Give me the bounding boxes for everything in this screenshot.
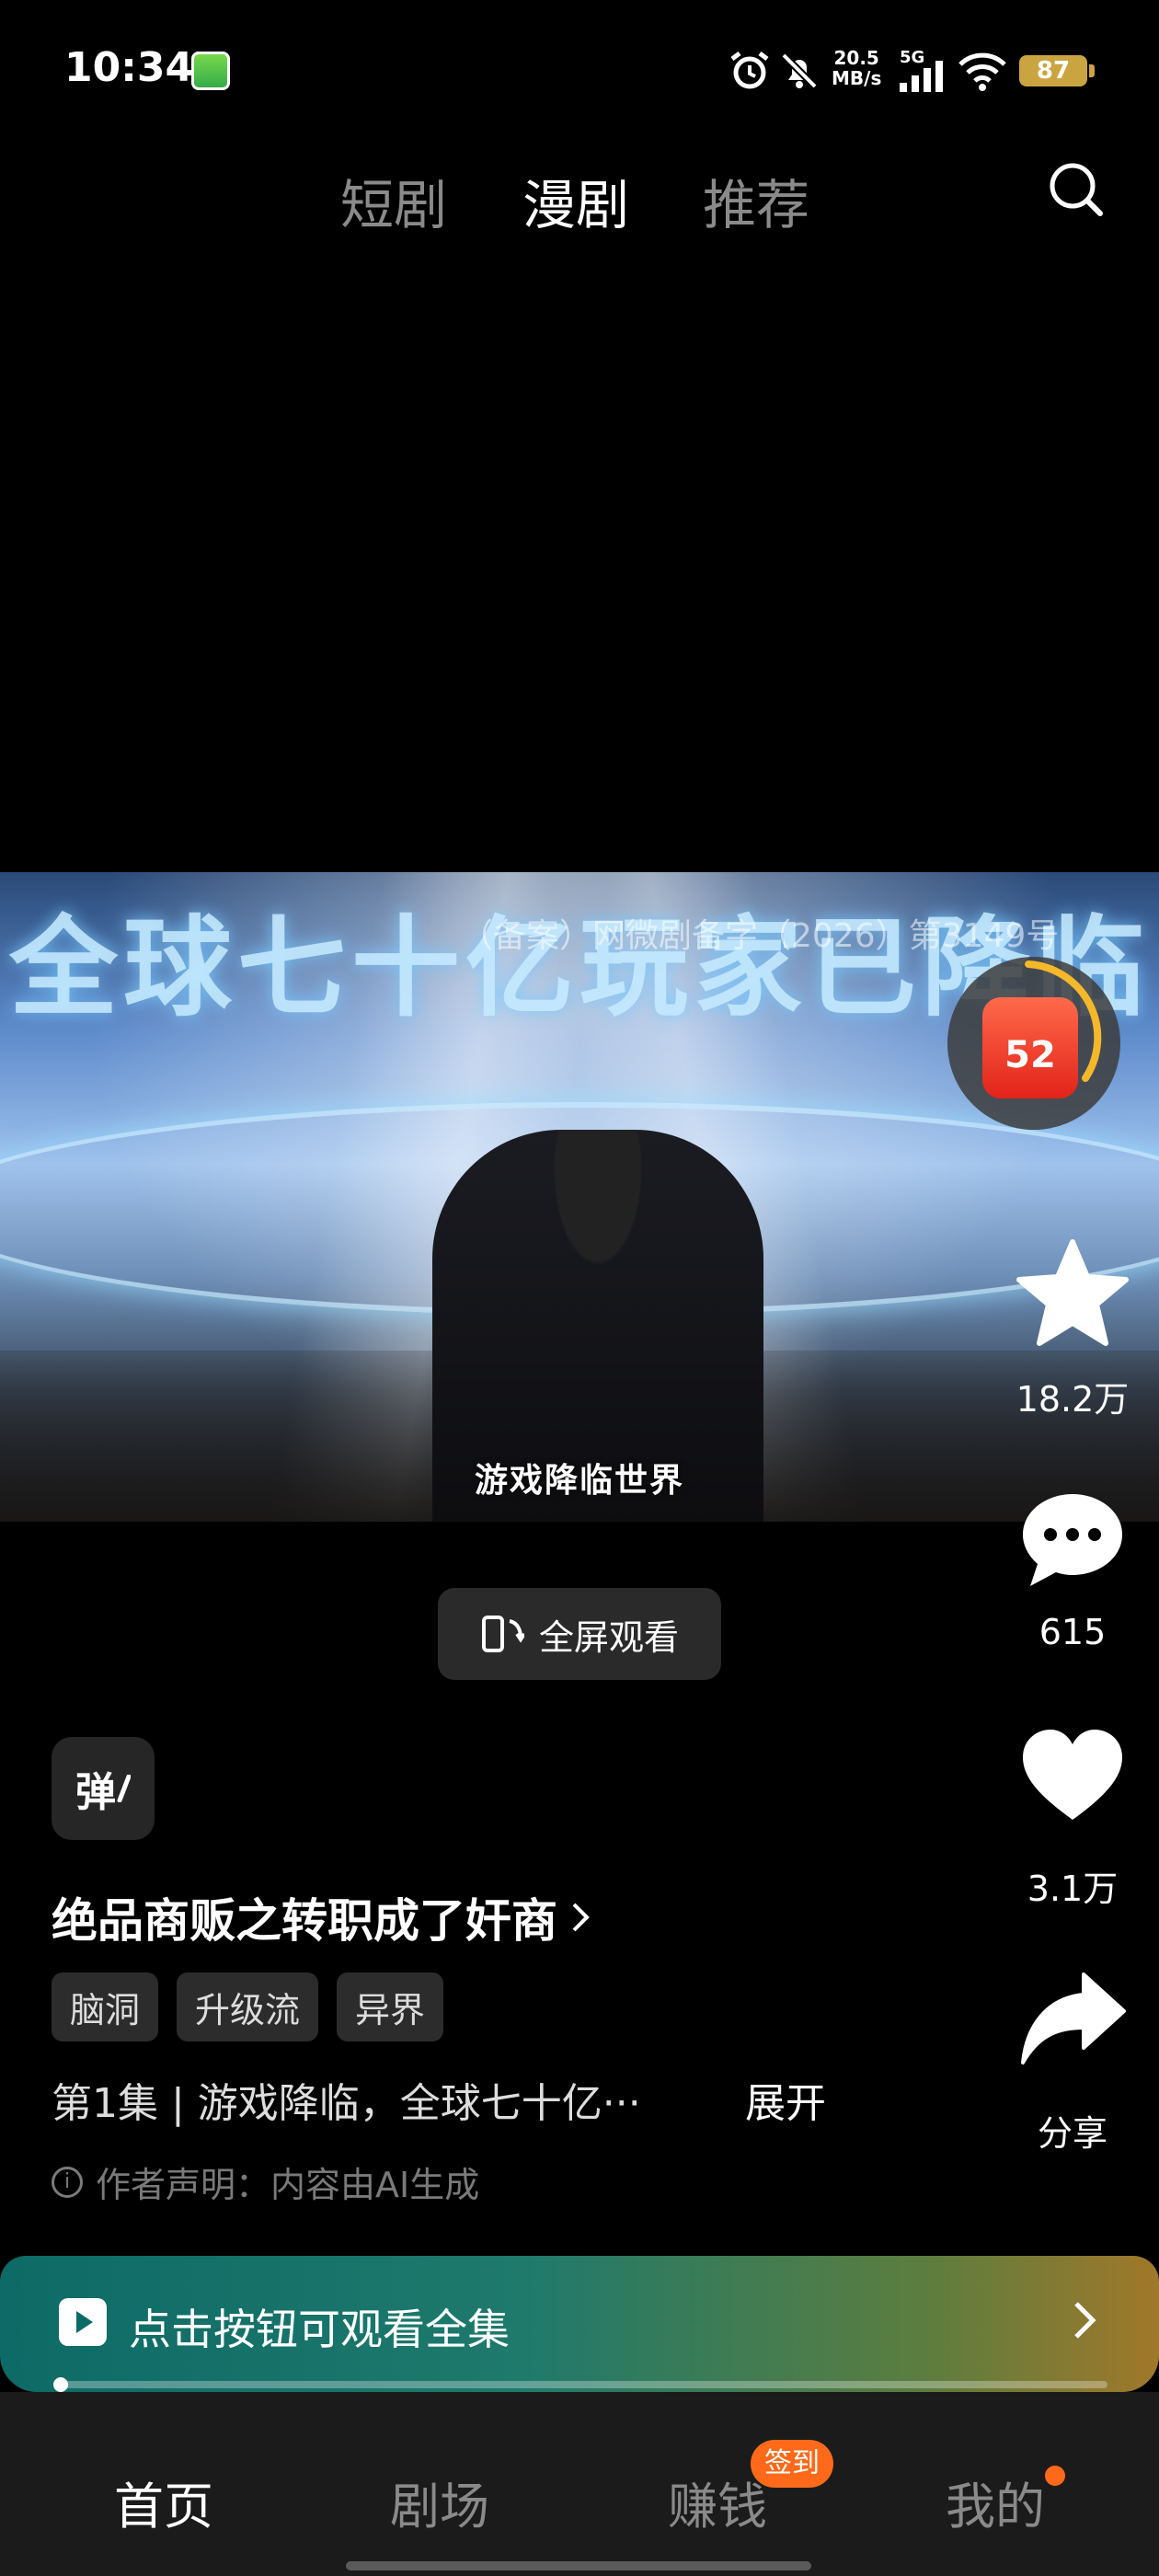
wifi-icon [958,52,1006,91]
nav-item-earn[interactable]: 赚钱 [668,2466,767,2538]
network-speed-unit: MB/s [832,67,882,89]
app-notification-icon [191,52,230,90]
drama-tags: 脑洞 升级流 异界 [52,1972,444,2041]
comment-count: 615 [1039,1612,1107,1652]
danmaku-toggle-button[interactable]: 弹 [52,1737,155,1840]
network-speed: 20.5 MB/s [832,48,881,88]
alarm-icon [730,52,769,89]
fullscreen-label: 全屏观看 [538,1616,679,1658]
video-progress-handle[interactable] [53,2377,68,2392]
mute-bell-icon [781,52,818,89]
reward-value: 52 [1004,1034,1056,1076]
watch-all-label: 点击按钮可观看全集 [129,2305,510,2354]
network-speed-value: 20.5 [833,47,879,69]
ai-disclaimer-text: 作者声明：内容由AI生成 [96,2165,480,2205]
tab-comic-drama[interactable]: 漫剧 [522,162,629,239]
comment-icon[interactable] [1019,1490,1126,1592]
notification-dot [1045,2466,1065,2486]
expand-button[interactable]: 展开 [745,2070,826,2129]
pen-icon [117,1775,131,1802]
star-icon[interactable] [1016,1238,1130,1347]
video-watermark: （备案）网微剧备字（2026）第3149号 [460,917,1060,955]
chevron-right-icon [572,1903,590,1932]
nav-item-mine[interactable]: 我的 [946,2466,1045,2538]
danmaku-label: 弹 [75,1769,116,1816]
tag-item[interactable]: 脑洞 [52,1972,159,2041]
tab-recommend[interactable]: 推荐 [703,162,809,239]
search-icon[interactable] [1047,160,1106,219]
tag-item[interactable]: 升级流 [177,1972,319,2041]
favorite-count: 18.2万 [1016,1379,1130,1420]
checkin-badge: 签到 [751,2440,833,2488]
status-time: 10:34 [64,44,194,91]
tab-short-drama[interactable]: 短剧 [340,162,447,239]
like-count: 3.1万 [1027,1869,1119,1909]
drama-title: 绝品商贩之转职成了奸商 [52,1894,557,1948]
rotate-screen-icon [481,1616,524,1652]
share-label: 分享 [1037,2113,1107,2154]
battery-tip [1089,64,1095,77]
episode-description: 第1集 | 游戏降临，全球七十亿··· [52,2080,641,2127]
play-icon [59,2298,107,2346]
fullscreen-button[interactable]: 全屏观看 [438,1588,721,1680]
battery-indicator: 87 [1019,55,1087,86]
info-icon: i [52,2166,83,2198]
share-arrow-icon[interactable] [1019,1971,1128,2066]
video-subtitle: 游戏降临世界 [474,1462,684,1500]
signal-icon [900,61,943,92]
tag-item[interactable]: 异界 [337,1972,444,2041]
chevron-right-icon [1074,2302,1096,2339]
home-indicator[interactable] [346,2561,811,2570]
video-progress-track[interactable] [55,2381,1107,2388]
nav-item-theater[interactable]: 剧场 [390,2466,489,2538]
nav-item-home[interactable]: 首页 [114,2466,213,2538]
drama-title-link[interactable]: 绝品商贩之转职成了奸商 [52,1884,591,1950]
heart-icon[interactable] [1021,1728,1124,1823]
ai-disclaimer: i 作者声明：内容由AI生成 [52,2156,479,2207]
